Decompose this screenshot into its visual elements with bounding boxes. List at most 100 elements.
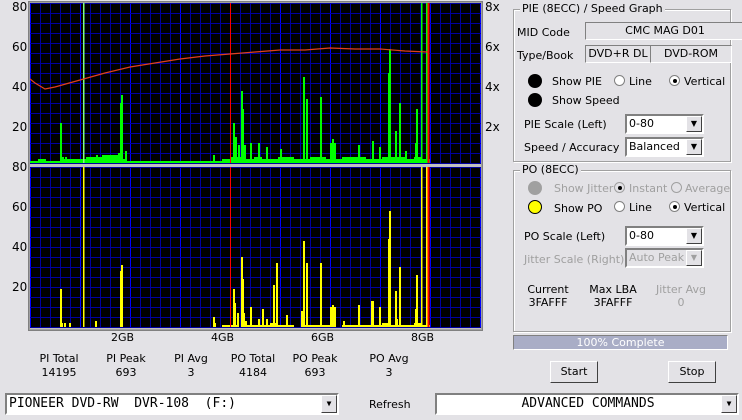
chevron-down-icon: ▼	[686, 250, 702, 266]
po-bar	[266, 319, 268, 327]
po-bar	[234, 303, 236, 327]
po-color-swatch[interactable]	[528, 200, 542, 214]
pie-vertical-label[interactable]: Vertical	[684, 75, 725, 88]
chevron-down-icon[interactable]: ▼	[721, 395, 737, 413]
po-scale-label: PO Scale (Left)	[524, 230, 606, 243]
drive-value: PIONEER DVD-RW DVR-108 (F:)	[9, 396, 236, 411]
pie-bar	[332, 139, 334, 163]
jitter-scale-value: Auto Peak	[629, 251, 685, 264]
pie-bar	[60, 123, 62, 163]
chevron-down-icon[interactable]: ▼	[686, 228, 702, 244]
po-bar	[389, 211, 391, 327]
jitter-scale-label: Jitter Scale (Right)	[524, 253, 625, 266]
pie-bar	[372, 141, 374, 163]
pie-vertical-radio[interactable]	[669, 75, 680, 86]
y-tick: 40	[12, 80, 28, 94]
pie-baseline-bar	[214, 161, 222, 163]
stat-value: 14195	[41, 366, 77, 379]
jitter-instant-label: Instant	[629, 182, 668, 195]
pie-bar	[233, 123, 235, 163]
type-book-label: Type/Book	[517, 49, 574, 62]
mid-code-value: CMC MAG D01	[585, 22, 742, 40]
po-bar	[372, 301, 374, 327]
pie-bar	[65, 157, 67, 163]
stop-button[interactable]: Stop	[668, 361, 716, 383]
show-pie-label[interactable]: Show PIE	[552, 75, 602, 88]
pie-baseline-bar	[78, 159, 86, 163]
pie-line-radio[interactable]	[614, 75, 625, 86]
jitter-instant-radio	[614, 182, 625, 193]
stat-value: 693	[304, 366, 326, 379]
y-tick: 20	[12, 120, 28, 134]
chevron-down-icon[interactable]: ▼	[321, 395, 337, 413]
pie-scale-label: PIE Scale (Left)	[524, 118, 607, 131]
po-bar	[286, 315, 288, 327]
speed-accuracy-label: Speed / Accuracy	[524, 141, 620, 154]
po-bar	[379, 307, 381, 327]
pie-bar	[118, 153, 120, 163]
advanced-commands-select[interactable]: ADVANCED COMMANDS ▼	[435, 393, 739, 415]
pie-bar	[320, 97, 322, 163]
current-value: 3FAFFF	[528, 296, 568, 309]
speed-accuracy-value: Balanced	[629, 140, 680, 153]
x-tick: 4GB	[211, 331, 235, 344]
pie-baseline-bar	[158, 161, 166, 163]
pie-line-label[interactable]: Line	[629, 75, 652, 88]
pie-bar	[421, 3, 423, 163]
po-bar	[95, 321, 97, 327]
start-button[interactable]: Start	[550, 361, 598, 383]
po-bar	[276, 263, 278, 327]
stat-label: PI Peak	[106, 352, 146, 365]
show-po-label[interactable]: Show PO	[554, 202, 602, 215]
po-line-radio[interactable]	[614, 201, 625, 212]
pie-baseline-bar	[270, 159, 278, 163]
po-bar	[83, 167, 85, 327]
stat-value: 693	[115, 366, 137, 379]
po-bar	[64, 323, 66, 327]
stat-label: PO Total	[230, 352, 276, 365]
pie-baseline-bar	[222, 159, 230, 163]
po-bar	[421, 167, 423, 327]
x-tick: 8GB	[411, 331, 435, 344]
po-bar	[258, 319, 260, 327]
jitter-avg-label: Jitter Avg	[655, 283, 707, 296]
po-bar	[301, 311, 303, 327]
pie-baseline-bar	[350, 157, 358, 163]
advanced-commands-value: ADVANCED COMMANDS	[521, 396, 655, 411]
po-bar	[306, 263, 308, 327]
po-bar	[121, 265, 123, 327]
po-vertical-label[interactable]: Vertical	[684, 201, 725, 214]
y-tick: 60	[12, 40, 28, 54]
po-line-label[interactable]: Line	[629, 201, 652, 214]
po-bar	[358, 305, 360, 327]
pie-baseline-bar	[286, 157, 294, 163]
po-vertical-radio[interactable]	[669, 201, 680, 212]
po-bar	[69, 323, 71, 327]
chevron-down-icon[interactable]: ▼	[686, 116, 702, 132]
pie-scale-select[interactable]: 0-80 ▼	[625, 114, 704, 134]
speed-color-swatch[interactable]	[528, 93, 542, 107]
pie-baseline-bar	[70, 159, 78, 163]
po-bar	[320, 263, 322, 327]
pie-baseline-bar	[174, 161, 182, 163]
speed-accuracy-select[interactable]: Balanced ▼	[625, 137, 704, 157]
pie-baseline-bar	[126, 161, 134, 163]
book-type-value: DVD-ROM	[650, 45, 732, 63]
refresh-button[interactable]: Refresh	[369, 398, 411, 411]
stat-value: 3	[385, 366, 393, 379]
pie-bar	[303, 77, 305, 163]
chevron-down-icon[interactable]: ▼	[686, 139, 702, 155]
pie-bar	[379, 147, 381, 163]
pie-baseline-bar	[206, 161, 214, 163]
pie-baseline-bar	[406, 159, 414, 163]
pie-color-swatch[interactable]	[528, 74, 542, 88]
jitter-color-swatch	[528, 181, 542, 195]
show-speed-label[interactable]: Show Speed	[552, 94, 620, 107]
pie-bar	[83, 3, 85, 163]
stat-label: PI Avg	[174, 352, 208, 365]
jitter-average-label: Average	[685, 182, 731, 195]
po-scale-select[interactable]: 0-80 ▼	[625, 226, 704, 246]
po-bar	[343, 321, 345, 327]
pie-baseline-bar	[342, 157, 350, 163]
drive-select[interactable]: PIONEER DVD-RW DVR-108 (F:) ▼	[5, 393, 339, 415]
